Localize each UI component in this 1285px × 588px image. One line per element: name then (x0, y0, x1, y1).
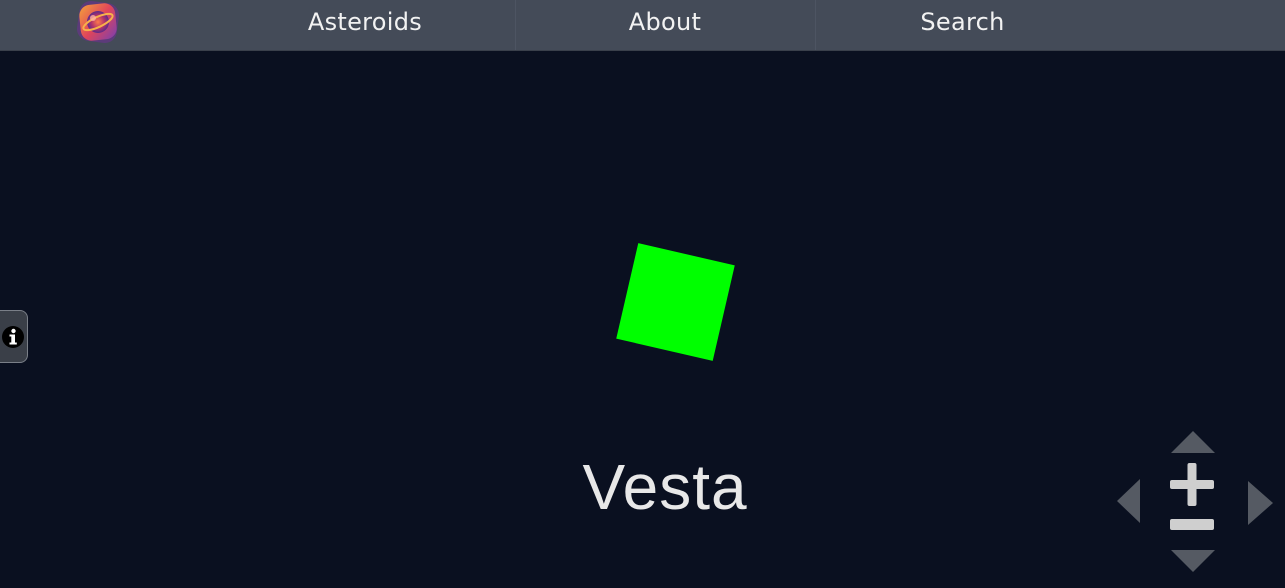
pan-left-icon[interactable] (1116, 478, 1142, 524)
top-navbar: Asteroids About Search (0, 0, 1285, 51)
nav-link-search[interactable]: Search (815, 0, 1110, 44)
nav-link-about[interactable]: About (515, 0, 815, 44)
planet-logo-icon[interactable] (72, 0, 124, 46)
pan-up-icon[interactable] (1170, 430, 1216, 454)
pan-down-icon[interactable] (1170, 549, 1216, 573)
info-icon (2, 326, 24, 348)
info-panel-toggle[interactable] (0, 310, 28, 363)
pan-right-icon[interactable] (1246, 480, 1274, 526)
zoom-out-icon[interactable] (1168, 518, 1216, 532)
asteroid-name-label: Vesta (582, 451, 748, 523)
zoom-in-icon[interactable] (1168, 463, 1216, 507)
asteroid-viewer-page: Asteroids About Search Vesta (0, 0, 1285, 588)
asteroid-3d-model[interactable] (616, 243, 735, 361)
nav-link-asteroids[interactable]: Asteroids (215, 0, 515, 44)
